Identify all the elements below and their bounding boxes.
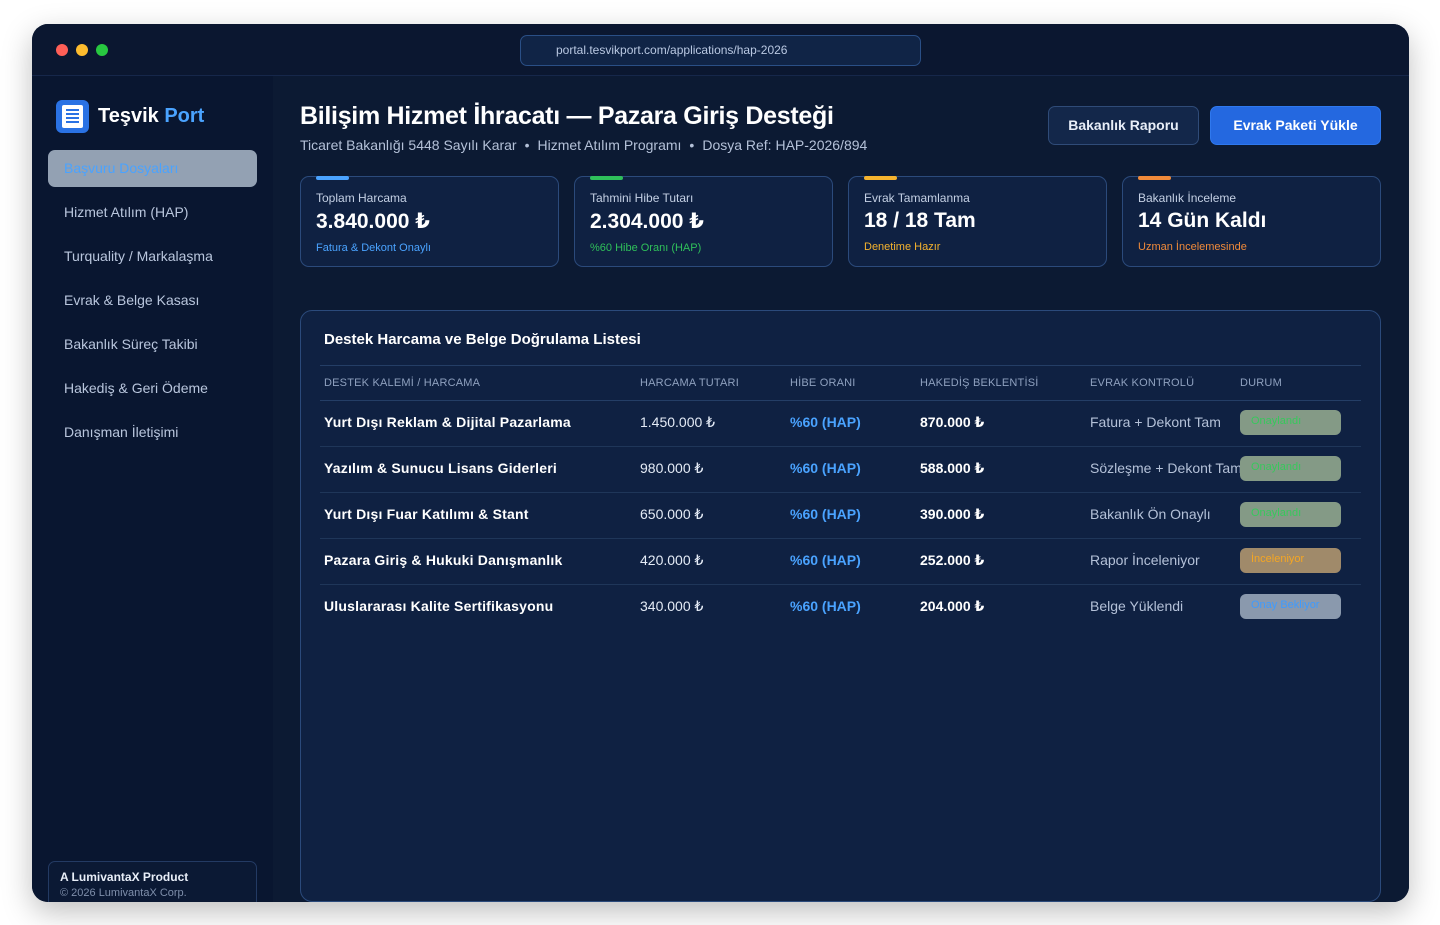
sidebar-item-surec-takibi[interactable]: Bakanlık Süreç Takibi [48, 326, 257, 363]
column-header-amount[interactable]: HARCAMA TUTARI [640, 377, 739, 389]
grant-rate: %60 (HAP) [790, 460, 861, 476]
expense-amount: 980.000 ₺ [640, 460, 704, 476]
footer-product: A LumivantaX Product [60, 870, 189, 884]
page-title: Bilişim Hizmet İhracatı — Pazara Giriş D… [300, 102, 834, 130]
hakedis-amount: 588.000 ₺ [920, 460, 985, 476]
sidebar-nav: Başvuru Dosyaları Hizmet Atılım (HAP) Tu… [48, 150, 257, 458]
minimize-window-icon[interactable] [76, 44, 88, 56]
stat-value: 3.840.000 ₺ [316, 210, 430, 233]
stat-card-grant-amount: Tahmini Hibe Tutarı 2.304.000 ₺ %60 Hibe… [574, 176, 833, 267]
stat-card-ministry-review: Bakanlık İnceleme 14 Gün Kaldı Uzman İnc… [1122, 176, 1381, 267]
brand[interactable]: Teşvik Port [56, 99, 205, 133]
expense-amount: 650.000 ₺ [640, 506, 704, 522]
column-header-item[interactable]: DESTEK KALEMİ / HARCAMA [324, 377, 480, 389]
expense-amount: 340.000 ₺ [640, 598, 704, 614]
sidebar-item-turquality[interactable]: Turquality / Markalaşma [48, 238, 257, 275]
footer-copyright: © 2026 LumivantaX Corp. [60, 887, 187, 899]
status-badge: Onay Bekliyor [1240, 594, 1341, 619]
hakedis-amount: 204.000 ₺ [920, 598, 985, 614]
panel-title: Destek Harcama ve Belge Doğrulama Listes… [324, 331, 641, 348]
upload-document-package-button[interactable]: Evrak Paketi Yükle [1210, 106, 1381, 145]
hakedis-amount: 252.000 ₺ [920, 552, 985, 568]
address-bar[interactable]: portal.tesvikport.com/applications/hap-2… [520, 35, 921, 66]
table-row[interactable]: Yazılım & Sunucu Lisans Giderleri 980.00… [320, 447, 1361, 493]
sidebar-item-evrak-kasasi[interactable]: Evrak & Belge Kasası [48, 282, 257, 319]
subtitle-decree: Ticaret Bakanlığı 5448 Sayılı Karar [300, 137, 517, 153]
document-check: Fatura + Dekont Tam [1090, 414, 1221, 430]
sidebar-item-danisman[interactable]: Danışman İletişimi [48, 414, 257, 451]
status-badge: Onaylandı [1240, 502, 1341, 527]
main-content: Bilişim Hizmet İhracatı — Pazara Giriş D… [273, 76, 1409, 902]
column-header-status[interactable]: DURUM [1240, 377, 1282, 389]
maximize-window-icon[interactable] [96, 44, 108, 56]
ministry-report-button[interactable]: Bakanlık Raporu [1048, 106, 1199, 145]
subtitle-file-ref: Dosya Ref: HAP-2026/894 [702, 137, 868, 153]
grant-rate: %60 (HAP) [790, 414, 861, 430]
stat-accent-bar [864, 176, 897, 180]
grant-rate: %60 (HAP) [790, 506, 861, 522]
document-check: Rapor İnceleniyor [1090, 552, 1200, 568]
stat-accent-bar [590, 176, 623, 180]
stat-card-document-completion: Evrak Tamamlanma 18 / 18 Tam Denetime Ha… [848, 176, 1107, 267]
column-header-rate[interactable]: HİBE ORANI [790, 377, 856, 389]
stat-note: Denetime Hazır [864, 241, 941, 253]
page-subtitle: Ticaret Bakanlığı 5448 Sayılı Karar • Hizm… [300, 137, 867, 153]
grant-rate: %60 (HAP) [790, 598, 861, 614]
stat-label: Bakanlık İnceleme [1138, 191, 1237, 205]
expense-item: Yurt Dışı Fuar Katılımı & Stant [324, 506, 529, 522]
table-row[interactable]: Yurt Dışı Fuar Katılımı & Stant 650.000 … [320, 493, 1361, 539]
document-logo-icon [56, 99, 89, 133]
stat-card-total-spend: Toplam Harcama 3.840.000 ₺ Fatura & Deko… [300, 176, 559, 267]
stat-accent-bar [316, 176, 349, 180]
table-row[interactable]: Uluslararası Kalite Sertifikasyonu 340.0… [320, 585, 1361, 631]
brand-name: Teşvik Port [98, 104, 205, 127]
app-window: portal.tesvikport.com/applications/hap-2… [32, 24, 1409, 902]
sidebar: Teşvik Port Başvuru Dosyaları Hizmet Atı… [32, 76, 273, 902]
stat-note: Uzman İncelemesinde [1138, 241, 1247, 253]
stat-label: Tahmini Hibe Tutarı [590, 191, 694, 205]
column-header-docs[interactable]: EVRAK KONTROLÜ [1090, 377, 1194, 389]
subtitle-separator: • [524, 137, 530, 153]
browser-titlebar: portal.tesvikport.com/applications/hap-2… [32, 24, 1409, 76]
subtitle-separator: • [689, 137, 695, 153]
grant-rate: %60 (HAP) [790, 552, 861, 568]
expense-item: Uluslararası Kalite Sertifikasyonu [324, 598, 554, 614]
status-badge: Onaylandı [1240, 456, 1341, 481]
sidebar-footer: A LumivantaX Product © 2026 LumivantaX C… [48, 861, 257, 902]
stat-note: %60 Hibe Oranı (HAP) [590, 242, 702, 254]
stat-label: Toplam Harcama [316, 191, 407, 205]
status-badge: İnceleniyor [1240, 548, 1341, 573]
subtitle-program: Hizmet Atılım Programı [537, 137, 682, 153]
document-check: Bakanlık Ön Onaylı [1090, 506, 1211, 522]
expense-item: Pazara Giriş & Hukuki Danışmanlık [324, 552, 563, 568]
stat-value: 2.304.000 ₺ [590, 210, 704, 233]
hakedis-amount: 870.000 ₺ [920, 414, 985, 430]
hakedis-amount: 390.000 ₺ [920, 506, 985, 522]
table-row[interactable]: Pazara Giriş & Hukuki Danışmanlık 420.00… [320, 539, 1361, 585]
stat-accent-bar [1138, 176, 1171, 180]
stat-value: 14 Gün Kaldı [1138, 209, 1267, 232]
expense-item: Yazılım & Sunucu Lisans Giderleri [324, 460, 557, 476]
support-expense-panel: Destek Harcama ve Belge Doğrulama Listes… [300, 310, 1381, 902]
table-row[interactable]: Yurt Dışı Reklam & Dijital Pazarlama 1.4… [320, 401, 1361, 447]
table-header: DESTEK KALEMİ / HARCAMA HARCAMA TUTARI H… [320, 365, 1361, 401]
expense-amount: 1.450.000 ₺ [640, 414, 716, 430]
stat-label: Evrak Tamamlanma [864, 191, 970, 205]
stat-value: 18 / 18 Tam [864, 209, 976, 232]
document-check: Belge Yüklendi [1090, 598, 1184, 614]
sidebar-item-hakedis[interactable]: Hakediş & Geri Ödeme [48, 370, 257, 407]
column-header-hakedis[interactable]: HAKEDİŞ BEKLENTİSİ [920, 377, 1039, 389]
stat-note: Fatura & Dekont Onaylı [316, 242, 431, 254]
document-check: Sözleşme + Dekont Tam [1090, 460, 1242, 476]
sidebar-item-hizmet-atilim[interactable]: Hizmet Atılım (HAP) [48, 194, 257, 231]
status-badge: Onaylandı [1240, 410, 1341, 435]
expense-amount: 420.000 ₺ [640, 552, 704, 568]
expense-item: Yurt Dışı Reklam & Dijital Pazarlama [324, 414, 571, 430]
close-window-icon[interactable] [56, 44, 68, 56]
sidebar-item-basvuru-dosyalari[interactable]: Başvuru Dosyaları [48, 150, 257, 187]
